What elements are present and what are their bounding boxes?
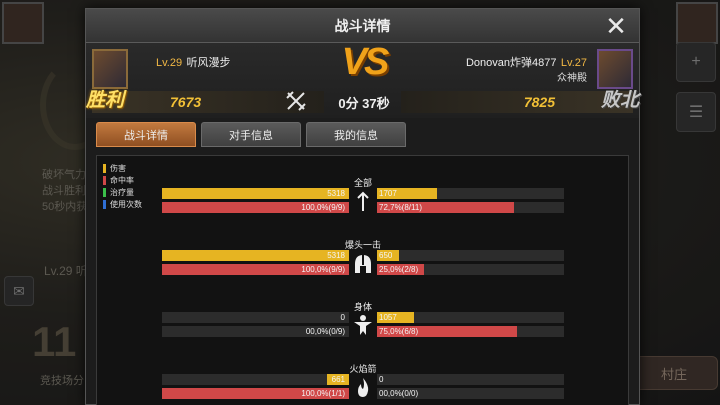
legend-swatch-damage — [103, 163, 106, 173]
left-player-info: Lv.29 听风漫步 — [156, 53, 231, 71]
bar-fill — [162, 188, 349, 199]
bar-value: 0 — [340, 313, 345, 322]
right-hit-rate-bar: 72,7%(8/11) — [377, 202, 564, 213]
right-damage-bar: 1057 — [377, 312, 564, 323]
dialog-title: 战斗详情 — [334, 17, 391, 34]
tab-my-info[interactable]: 我的信息 — [306, 122, 406, 147]
right-player: Donovan炸弹4877 Lv.27 众神殿 7825 败北 — [393, 47, 639, 113]
bar-value: 75,0%(6/8) — [379, 327, 419, 336]
left-damage-bar: 5318 — [162, 250, 349, 261]
right-score-bar: 7825 — [401, 91, 633, 113]
legend-item: 治疗量 — [103, 186, 142, 198]
bar-value: 100,0%(9/9) — [301, 265, 345, 274]
bar-value: 72,7%(8/11) — [379, 203, 422, 212]
legend-item: 命中率 — [103, 174, 142, 186]
bar-value: 00,0%(0/9) — [305, 327, 345, 336]
bar-value: 25,0%(2/8) — [379, 265, 419, 274]
bar-value: 1707 — [379, 189, 397, 198]
legend-label: 命中率 — [110, 175, 134, 185]
right-player-level: Lv.27 — [560, 57, 587, 69]
bar-value: 5318 — [327, 189, 345, 198]
tab-battle-details[interactable]: 战斗详情 — [96, 122, 196, 147]
legend-label: 治疗量 — [110, 187, 134, 197]
legend-swatch-use-count — [103, 199, 106, 209]
match-header: Lv.29 听风漫步 7673 胜利 VS 0分 37秒 Donovan炸弹48… — [86, 41, 639, 118]
battle-stats-panel: 伤害 命中率 治疗量 使用次数 全部 5318 100,0%(9/9) 1707 72,… — [96, 155, 629, 405]
arrow-up-icon — [357, 191, 369, 211]
right-hit-rate-bar: 00,0%(0/0) — [377, 388, 564, 399]
left-player-avatar[interactable] — [92, 49, 128, 89]
left-hit-rate-bar: 100,0%(1/1) — [162, 388, 349, 399]
left-damage-bar: 661 — [162, 374, 349, 385]
left-player-score: 7673 — [170, 94, 202, 110]
bar-value: 00,0%(0/0) — [379, 389, 419, 398]
right-player-score: 7825 — [523, 94, 555, 110]
legend-label: 使用次数 — [110, 199, 142, 209]
bar-value: 650 — [379, 251, 393, 260]
right-damage-bar: 0 — [377, 374, 564, 385]
victory-badge: 胜利 — [86, 90, 125, 111]
battle-time: 0分 37秒 — [338, 96, 390, 111]
right-player-avatar[interactable] — [597, 49, 633, 89]
left-damage-bar: 5318 — [162, 188, 349, 199]
bar-value: 1057 — [379, 313, 397, 322]
legend: 伤害 命中率 治疗量 使用次数 — [103, 162, 142, 210]
left-hit-rate-bar: 100,0%(9/9) — [162, 264, 349, 275]
bar-value: 0 — [379, 375, 384, 384]
bar-value: 100,0%(9/9) — [301, 203, 345, 212]
body-icon — [354, 315, 372, 335]
bar-value: 100,0%(1/1) — [301, 389, 345, 398]
left-hit-rate-bar: 00,0%(0/9) — [162, 326, 349, 337]
right-hit-rate-bar: 25,0%(2/8) — [377, 264, 564, 275]
tab-opponent-info[interactable]: 对手信息 — [201, 122, 301, 147]
left-hit-rate-bar: 100,0%(9/9) — [162, 202, 349, 213]
right-damage-bar: 650 — [377, 250, 564, 261]
crossed-weapons-icon — [286, 91, 306, 111]
right-player-name: Donovan炸弹4877 — [465, 57, 557, 69]
dialog-titlebar: 战斗详情 ✕ — [86, 9, 639, 43]
legend-label: 伤害 — [110, 163, 126, 173]
close-icon[interactable]: ✕ — [601, 11, 631, 41]
bar-value: 661 — [331, 375, 345, 384]
legend-swatch-healing — [103, 187, 106, 197]
defeat-badge: 败北 — [600, 90, 639, 111]
tab-bar: 战斗详情 对手信息 我的信息 — [96, 122, 406, 147]
right-damage-bar: 1707 — [377, 188, 564, 199]
right-hit-rate-bar: 75,0%(6/8) — [377, 326, 564, 337]
legend-item: 伤害 — [103, 162, 142, 174]
legend-swatch-hit-rate — [103, 175, 106, 185]
battle-details-dialog: 战斗详情 ✕ Lv.29 听风漫步 7673 胜利 VS 0分 37秒 Dono… — [85, 8, 640, 405]
fire-icon — [358, 378, 369, 397]
bar-value: 5318 — [327, 251, 345, 260]
legend-item: 使用次数 — [103, 198, 142, 210]
vs-logo: VS — [341, 41, 390, 83]
left-damage-bar: 0 — [162, 312, 349, 323]
bar-fill — [162, 250, 349, 261]
helmet-icon — [355, 255, 371, 273]
left-player-level: Lv.29 — [156, 57, 183, 69]
left-player-name: 听风漫步 — [186, 57, 231, 69]
right-player-guild: 众神殿 — [557, 73, 587, 84]
